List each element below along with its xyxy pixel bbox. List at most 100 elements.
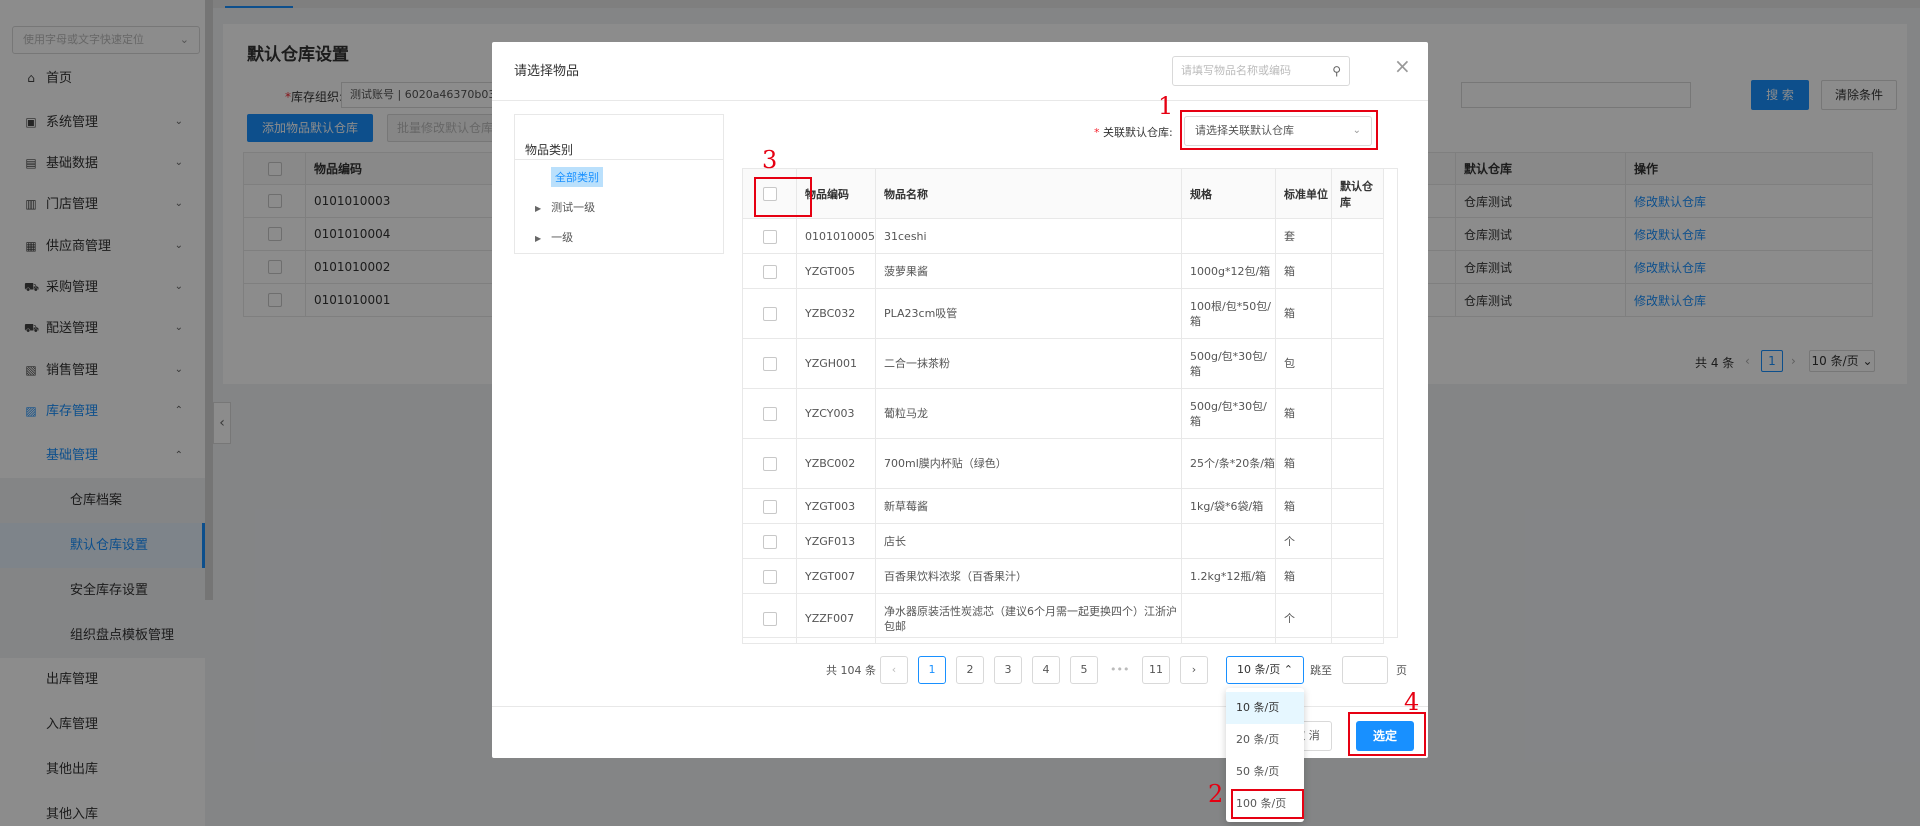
cell-name: 净水器原装活性炭滤芯（建议6个月需一起更换四个）江浙沪包邮 xyxy=(875,593,1182,644)
cell-code: 0101010005 xyxy=(796,218,876,254)
tree-title: 物品类别 xyxy=(525,143,574,157)
jump-to-label: 跳至 xyxy=(1310,664,1332,677)
cell-name: 店长 xyxy=(875,523,1182,559)
cell-name: 百香果饮料浓浆（百香果汁） xyxy=(875,558,1182,594)
cell-unit: 包 xyxy=(1275,338,1332,389)
cell-unit: 箱 xyxy=(1275,288,1332,339)
cell-warehouse xyxy=(1331,593,1384,644)
cell-warehouse xyxy=(1331,488,1384,524)
tree-node-test-level1[interactable]: ▶ 测试一级 xyxy=(535,199,595,215)
cell-name: 31ceshi xyxy=(875,218,1182,254)
annotation-number-1: 1 xyxy=(1158,92,1174,120)
prev-page-button[interactable]: ‹ xyxy=(880,656,908,684)
col-unit: 标准单位 xyxy=(1275,168,1332,219)
cell-code: YZGF013 xyxy=(796,523,876,559)
page-size-select[interactable]: 10 条/页 ⌃ xyxy=(1226,656,1304,684)
cell-code: YZBC032 xyxy=(796,288,876,339)
cell-unit: 箱 xyxy=(1275,253,1332,289)
table-row[interactable]: YZGT003 新草莓酱 1kg/袋*6袋/箱 箱 xyxy=(742,488,1384,524)
cell-unit: 个 xyxy=(1275,593,1332,644)
cell-warehouse xyxy=(1331,218,1384,254)
page-size-option-10[interactable]: 10 条/页 xyxy=(1226,692,1304,724)
tree-node-level1[interactable]: ▶ 一级 xyxy=(535,229,573,245)
cell-name: 菠萝果酱 xyxy=(875,253,1182,289)
cell-warehouse xyxy=(1331,288,1384,339)
next-page-button[interactable]: › xyxy=(1180,656,1208,684)
cell-warehouse xyxy=(1331,523,1384,559)
page-size-option-50[interactable]: 50 条/页 xyxy=(1226,756,1304,788)
jump-page-input[interactable] xyxy=(1342,656,1388,684)
item-table-header: 物品编码 物品名称 规格 标准单位 默认仓库 xyxy=(742,168,1384,219)
cell-spec xyxy=(1181,523,1276,559)
cell-warehouse xyxy=(1331,253,1384,289)
cell-spec xyxy=(1181,218,1276,254)
page-3-button[interactable]: 3 xyxy=(994,656,1022,684)
cell-spec: 1.2kg*12瓶/箱 xyxy=(1181,558,1276,594)
table-row[interactable]: YZBC002 700ml膜内杯贴（绿色） 25个/条*20条/箱 箱 xyxy=(742,438,1384,489)
cell-unit: 箱 xyxy=(1275,558,1332,594)
assoc-warehouse-label: * 关联默认仓库: xyxy=(1094,126,1173,139)
cell-name: 新草莓酱 xyxy=(875,488,1182,524)
cell-unit: 箱 xyxy=(1275,488,1332,524)
cell-spec: 500g/包*30包/箱 xyxy=(1181,338,1276,389)
row-checkbox[interactable] xyxy=(762,264,777,279)
caret-right-icon[interactable]: ▶ xyxy=(535,204,541,213)
page-ellipsis[interactable]: ••• xyxy=(1110,656,1129,684)
row-checkbox[interactable] xyxy=(762,407,777,421)
cell-code: YZGT003 xyxy=(796,488,876,524)
search-icon[interactable]: ⚲ xyxy=(1332,57,1341,85)
table-row[interactable]: YZBC032 PLA23cm吸管 100根/包*50包/箱 箱 xyxy=(742,288,1384,339)
row-checkbox[interactable] xyxy=(762,307,777,321)
annotation-box-3 xyxy=(754,177,812,217)
cell-warehouse xyxy=(1331,388,1384,439)
page-2-button[interactable]: 2 xyxy=(956,656,984,684)
cell-warehouse xyxy=(1331,338,1384,389)
caret-right-icon[interactable]: ▶ xyxy=(535,234,541,243)
table-row[interactable]: YZGF013 店长 个 xyxy=(742,523,1384,559)
item-total: 共 104 条 xyxy=(826,664,876,677)
cell-unit: 箱 xyxy=(1275,438,1332,489)
cell-code: YZGT005 xyxy=(796,253,876,289)
cell-name: PLA23cm吸管 xyxy=(875,288,1182,339)
cell-code: YZBC002 xyxy=(796,438,876,489)
row-checkbox[interactable] xyxy=(762,457,777,471)
cell-name: 葡粒马龙 xyxy=(875,388,1182,439)
annotation-box-2 xyxy=(1231,789,1304,819)
cell-unit: 个 xyxy=(1275,523,1332,559)
table-row[interactable]: YZCY003 葡粒马龙 500g/包*30包/箱 箱 xyxy=(742,388,1384,439)
row-checkbox[interactable] xyxy=(762,499,777,514)
cell-spec: 100根/包*50包/箱 xyxy=(1181,288,1276,339)
col-spec: 规格 xyxy=(1181,168,1276,219)
cell-code: YZGH001 xyxy=(796,338,876,389)
cell-warehouse xyxy=(1331,438,1384,489)
row-checkbox[interactable] xyxy=(762,569,777,584)
col-item-name: 物品名称 xyxy=(875,168,1182,219)
tree-node-all[interactable]: 全部类别 xyxy=(551,167,603,187)
cell-spec: 25个/条*20条/箱 xyxy=(1181,438,1276,489)
table-row[interactable]: YZGT007 百香果饮料浓浆（百香果汁） 1.2kg*12瓶/箱 箱 xyxy=(742,558,1384,594)
page-4-button[interactable]: 4 xyxy=(1032,656,1060,684)
cell-spec xyxy=(1181,593,1276,644)
table-row[interactable]: YZZF007 净水器原装活性炭滤芯（建议6个月需一起更换四个）江浙沪包邮 个 xyxy=(742,593,1384,644)
tree-divider xyxy=(515,159,723,160)
page-1-button[interactable]: 1 xyxy=(918,656,946,684)
table-row[interactable]: YZGT005 菠萝果酱 1000g*12包/箱 箱 xyxy=(742,253,1384,289)
page-5-button[interactable]: 5 xyxy=(1070,656,1098,684)
cell-warehouse xyxy=(1331,558,1384,594)
row-checkbox[interactable] xyxy=(762,612,777,626)
page-11-button[interactable]: 11 xyxy=(1142,656,1170,684)
row-checkbox[interactable] xyxy=(762,357,777,371)
col-default-warehouse: 默认仓库 xyxy=(1331,168,1384,219)
table-row[interactable]: 0101010005 31ceshi 套 xyxy=(742,218,1384,254)
page-size-option-20[interactable]: 20 条/页 xyxy=(1226,724,1304,756)
modal-title: 请选择物品 xyxy=(514,64,580,79)
row-checkbox[interactable] xyxy=(762,534,777,549)
cell-code: YZGT007 xyxy=(796,558,876,594)
cell-spec: 500g/包*30包/箱 xyxy=(1181,388,1276,439)
item-search-input[interactable]: 请填写物品名称或编码 ⚲ xyxy=(1172,56,1350,86)
table-row[interactable]: YZGH001 二合一抹茶粉 500g/包*30包/箱 包 xyxy=(742,338,1384,389)
cell-name: 700ml膜内杯贴（绿色） xyxy=(875,438,1182,489)
row-checkbox[interactable] xyxy=(762,229,777,244)
annotation-number-4: 4 xyxy=(1404,688,1420,716)
close-icon[interactable]: × xyxy=(1394,54,1411,78)
